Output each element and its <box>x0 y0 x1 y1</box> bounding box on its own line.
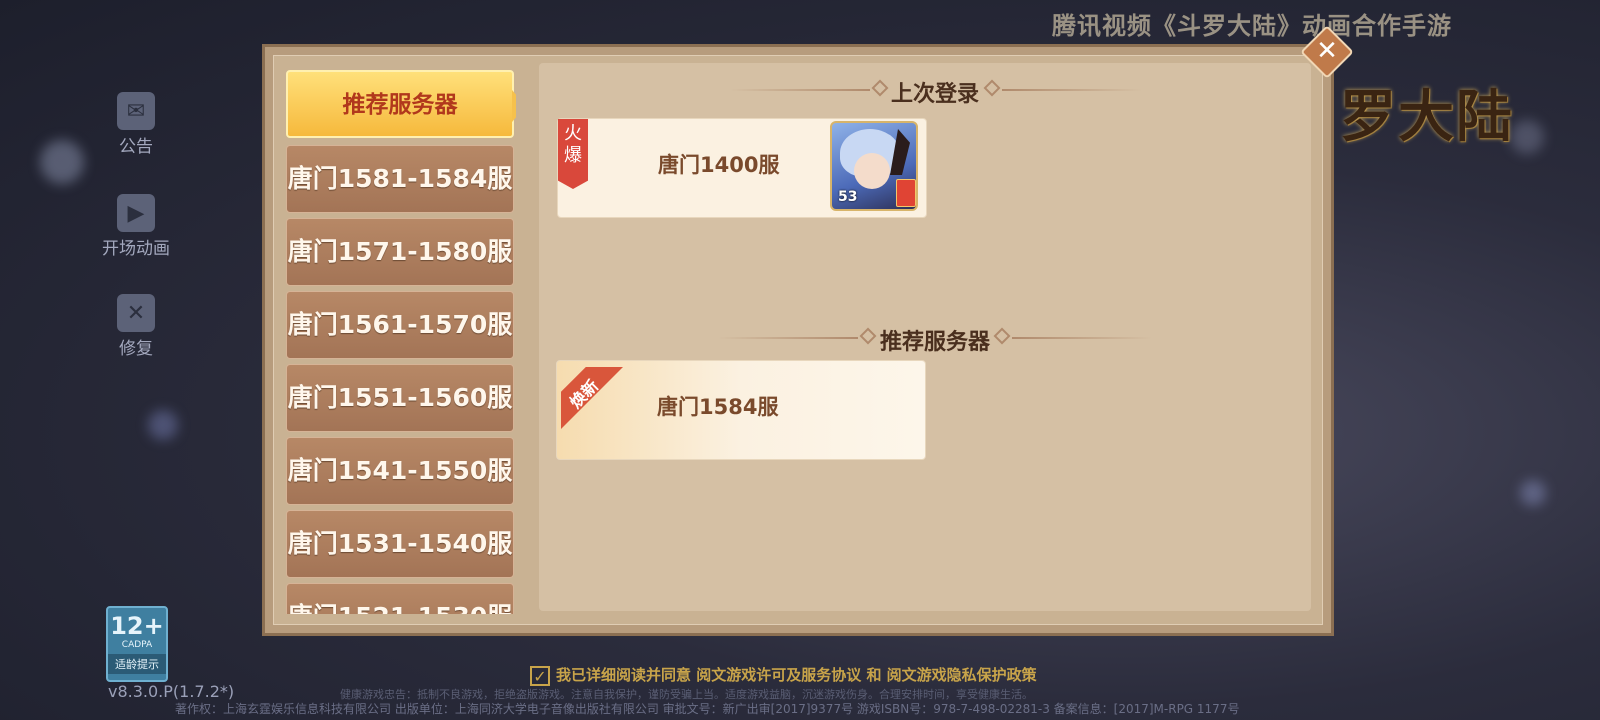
character-avatar: 53 <box>830 121 918 211</box>
bg-glow <box>40 140 84 184</box>
divider-diamond <box>983 79 1001 97</box>
new-tag: 焕新 <box>561 367 623 429</box>
agreement-checkbox[interactable]: ✓ <box>530 665 550 686</box>
game-logo: 罗大陆 <box>1340 84 1514 150</box>
avatar-badge <box>896 179 916 207</box>
bg-glow <box>148 410 178 440</box>
opening-animation-label: 开场动画 <box>102 239 170 259</box>
server-group-recommended[interactable]: 推荐服务器 <box>286 70 516 138</box>
server-group-item[interactable]: 唐门1551-1560服 <box>286 364 514 432</box>
opening-animation-button[interactable]: ▶ 开场动画 <box>92 194 180 259</box>
bg-glow <box>1520 480 1546 506</box>
last-login-server-card[interactable]: 火爆 唐门1400服 53 <box>557 118 927 218</box>
server-name: 唐门1400服 <box>658 153 780 177</box>
recommended-header: 推荐服务器 <box>718 324 1152 356</box>
divider-diamond <box>871 79 889 97</box>
announcement-icon: ✉ <box>117 92 155 130</box>
age-rating: 12+ <box>110 612 164 640</box>
server-group-item[interactable]: 唐门1521-1530服 <box>286 583 514 614</box>
divider-diamond <box>859 327 877 345</box>
top-banner: 腾讯视频《斗罗大陆》动画合作手游 <box>1052 11 1452 40</box>
avatar-face <box>854 153 890 189</box>
close-icon: ✕ <box>1316 36 1338 66</box>
version-text: v8.3.0.P(1.7.2*) <box>108 682 235 701</box>
agreement-row[interactable]: ✓ 我已详细阅读并同意 阅文游戏许可及服务协议 和 阅文游戏隐私保护政策 <box>530 664 1037 686</box>
hot-tag: 火爆 <box>558 119 588 189</box>
divider-line <box>730 89 870 91</box>
repair-label: 修复 <box>119 339 153 359</box>
server-group-item[interactable]: 唐门1571-1580服 <box>286 218 514 286</box>
recommended-server-card[interactable]: 焕新 唐门1584服 <box>556 360 926 460</box>
age-rating-tip: 适龄提示 <box>108 654 166 674</box>
server-group-item[interactable]: 唐门1561-1570服 <box>286 291 514 359</box>
age-rating-badge[interactable]: 12+ CADPA 适龄提示 <box>106 606 168 682</box>
tools-icon: ✕ <box>117 294 155 332</box>
agreement-text[interactable]: 我已详细阅读并同意 阅文游戏许可及服务协议 和 阅文游戏隐私保护政策 <box>556 666 1037 684</box>
server-group-item[interactable]: 唐门1531-1540服 <box>286 510 514 578</box>
repair-button[interactable]: ✕ 修复 <box>92 294 180 359</box>
bg-glow <box>1510 120 1544 154</box>
server-name: 唐门1584服 <box>657 395 779 419</box>
divider-line <box>1012 337 1152 339</box>
divider-line <box>718 337 858 339</box>
server-group-list[interactable]: 推荐服务器 唐门1581-1584服 唐门1571-1580服 唐门1561-1… <box>284 68 516 614</box>
divider-line <box>1002 89 1142 91</box>
announcement-button[interactable]: ✉ 公告 <box>92 92 180 157</box>
character-level: 53 <box>838 189 858 205</box>
copyright-info: 著作权：上海玄霆娱乐信息科技有限公司 出版单位：上海同济大学电子音像出版社有限公… <box>175 702 1240 716</box>
film-icon: ▶ <box>117 194 155 232</box>
divider-diamond <box>993 327 1011 345</box>
age-rating-org: CADPA <box>121 640 153 650</box>
recommended-title: 推荐服务器 <box>879 330 990 355</box>
last-login-header: 上次登录 <box>730 76 1142 108</box>
server-group-item[interactable]: 唐门1541-1550服 <box>286 437 514 505</box>
new-tag-label: 焕新 <box>566 376 603 413</box>
server-group-item[interactable]: 唐门1581-1584服 <box>286 145 514 213</box>
announcement-label: 公告 <box>119 137 153 157</box>
last-login-title: 上次登录 <box>890 82 979 107</box>
